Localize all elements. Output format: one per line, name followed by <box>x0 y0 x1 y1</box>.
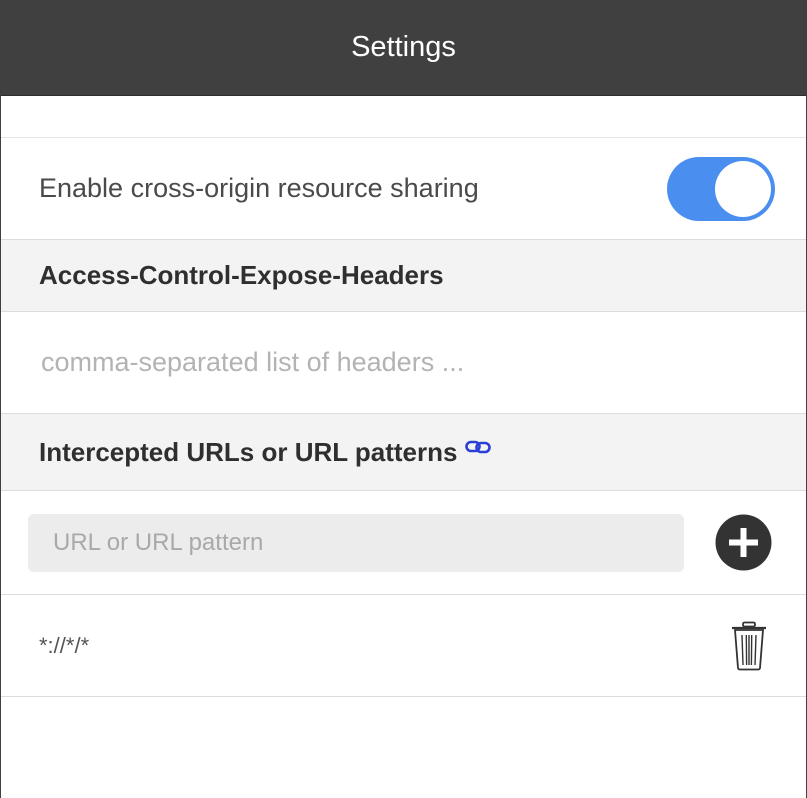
link-icon-svg <box>465 440 492 454</box>
cors-toggle-label: Enable cross-origin resource sharing <box>39 173 479 203</box>
expose-headers-row <box>1 312 806 414</box>
cors-toggle-row: Enable cross-origin resource sharing <box>1 138 806 240</box>
link-icon[interactable] <box>465 440 492 454</box>
intercepted-urls-heading-text: Intercepted URLs or URL patterns <box>39 436 458 467</box>
intercepted-urls-heading: Intercepted URLs or URL patterns <box>1 414 806 491</box>
top-spacer <box>1 96 806 138</box>
cors-toggle-switch[interactable] <box>667 156 775 221</box>
settings-header: Settings <box>1 0 806 96</box>
expose-headers-heading-text: Access-Control-Expose-Headers <box>39 260 444 290</box>
url-pattern-item: *://*/* <box>1 595 806 697</box>
expose-headers-heading: Access-Control-Expose-Headers <box>1 240 806 312</box>
plus-circle-icon <box>715 514 772 571</box>
settings-panel: Settings Enable cross-origin resource sh… <box>0 0 807 798</box>
page-title: Settings <box>351 31 456 63</box>
add-url-button[interactable] <box>715 514 772 571</box>
add-url-row <box>1 491 806 595</box>
trash-icon <box>732 621 766 670</box>
delete-url-button[interactable] <box>729 620 769 672</box>
toggle-knob <box>715 160 771 217</box>
url-pattern-input[interactable] <box>28 513 684 572</box>
url-pattern-text: *://*/* <box>39 632 90 658</box>
expose-headers-input[interactable] <box>39 346 768 379</box>
